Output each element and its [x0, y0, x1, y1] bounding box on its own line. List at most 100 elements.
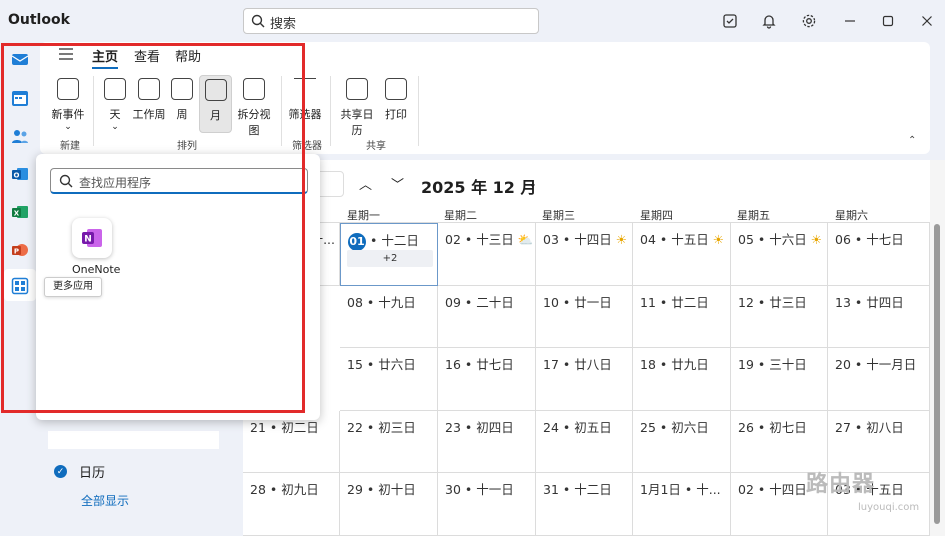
calendar-list-item[interactable]: ✓ 日历	[54, 462, 105, 481]
share-calendar-button[interactable]: 共享日历	[336, 78, 378, 138]
print-icon	[385, 78, 407, 100]
calendar-date-text: 04 • 十五日	[640, 232, 709, 247]
calendar-cell[interactable]: 16 • 廿七日	[438, 348, 536, 411]
calendar-cell[interactable]: 08 • 十九日	[340, 285, 438, 348]
calendar-cell[interactable]: 10 • 廿一日	[536, 285, 633, 348]
app-search-placeholder: 查找应用程序	[79, 176, 152, 190]
prev-month-icon[interactable]: ︿	[359, 174, 372, 193]
month-header: ︿ ﹀ 2025 年 12 月 ⌄	[243, 160, 930, 202]
calendar-cell[interactable]: 04 • 十五日 ☀	[633, 223, 731, 286]
side-panel: ✓ 日历 全部显示	[40, 420, 236, 536]
new-event-button[interactable]: 新事件 ⌄	[50, 78, 86, 132]
calendar-scrollbar[interactable]	[930, 160, 945, 536]
calendar-date-text: 12 • 廿三日	[738, 294, 807, 310]
today-date-text: • 十二日	[366, 233, 419, 248]
ribbon-separator	[281, 76, 282, 146]
ribbon-separator	[330, 76, 331, 146]
partly-cloudy-icon: ⛅	[517, 232, 534, 247]
search-icon	[251, 14, 265, 28]
dayname-fri: 星期五	[737, 209, 770, 222]
calendar-cell[interactable]: 18 • 廿九日	[633, 348, 731, 411]
svg-text:X: X	[14, 210, 20, 218]
excel-icon[interactable]: X	[11, 203, 29, 221]
calendar-cell[interactable]: 17 • 廿八日	[536, 348, 633, 411]
close-icon[interactable]	[918, 12, 936, 30]
app-search-input[interactable]: 查找应用程序	[50, 168, 308, 194]
calendar-cell[interactable]: 02 • 十三日 ⛅	[438, 223, 536, 286]
calendar-cell[interactable]: 29 • 初十日	[340, 473, 438, 536]
bell-icon[interactable]	[760, 12, 778, 30]
day-view-button[interactable]: 天 ⌄	[102, 78, 128, 132]
filter-button[interactable]: 筛选器	[287, 78, 323, 122]
calendar-cell[interactable]: 30 • 十一日	[438, 473, 536, 536]
calendar-date-text: 25 • 初六日	[640, 419, 709, 435]
calendar-cell[interactable]: 27 • 初八日	[828, 410, 930, 473]
tab-view[interactable]: 查看	[134, 46, 160, 65]
calendar-cell[interactable]: 05 • 十六日 ☀	[731, 223, 828, 286]
watermark-text: 路由器	[806, 472, 876, 497]
chevron-down-icon[interactable]: ⌄	[528, 177, 537, 190]
calendar-cell-sunday[interactable]: 28 • 初九日	[243, 473, 340, 536]
next-month-icon[interactable]: ﹀	[391, 174, 404, 193]
more-apps-tooltip: 更多应用	[44, 277, 102, 297]
calendar-cell[interactable]: 31 • 十二日	[536, 473, 633, 536]
group-share-label: 共享	[366, 141, 386, 152]
powerpoint-icon[interactable]: P	[11, 241, 29, 259]
calendar-cell[interactable]: 25 • 初六日	[633, 410, 731, 473]
tab-help[interactable]: 帮助	[175, 46, 201, 65]
month-button[interactable]: 月	[199, 75, 232, 133]
calendar-cell[interactable]: 01 • 十二日 +2	[340, 223, 438, 286]
onenote-app-tile[interactable]: N	[72, 218, 112, 258]
calendar-cell[interactable]: 20 • 十一月日	[828, 348, 930, 411]
more-events-button[interactable]: +2	[347, 250, 433, 267]
calendar-date-text: 02 • 十四日	[738, 482, 807, 497]
app-rail: O X P	[0, 42, 40, 536]
show-all-link[interactable]: 全部显示	[81, 492, 129, 509]
calendar-date-text: 16 • 廿七日	[445, 357, 514, 372]
dayname-mon: 星期一	[347, 209, 380, 222]
calendar-cell[interactable]: 23 • 初四日	[438, 410, 536, 473]
sun-icon: ☀	[810, 232, 822, 247]
gear-icon[interactable]	[800, 12, 818, 30]
more-apps-icon[interactable]	[11, 277, 29, 295]
calendar-cell[interactable]: 22 • 初三日	[340, 410, 438, 473]
calendar-date-text: 06 • 十七日	[835, 232, 904, 247]
calendar-cell[interactable]: 19 • 三十日	[731, 348, 828, 411]
calendar-cell[interactable]: 12 • 廿三日	[731, 285, 828, 348]
calendar-date-text: 29 • 初十日	[347, 482, 416, 497]
split-view-icon	[243, 78, 265, 100]
task-check-icon[interactable]	[721, 12, 739, 30]
calendar-cell[interactable]: 06 • 十七日	[828, 223, 930, 286]
minimize-icon[interactable]	[841, 12, 859, 30]
maximize-icon[interactable]	[879, 12, 897, 30]
tab-home[interactable]: 主页	[92, 46, 119, 69]
calendar-date-text: 19 • 三十日	[738, 357, 807, 372]
filter-icon	[294, 78, 316, 100]
calendar-cell[interactable]: 11 • 廿二日	[633, 285, 731, 348]
calendar-icon[interactable]	[11, 89, 29, 107]
calendar-cell[interactable]: 1月1日 • 十...	[633, 473, 731, 536]
calendar-cell[interactable]: 15 • 廿六日	[340, 348, 438, 411]
people-icon[interactable]	[11, 127, 29, 145]
print-button[interactable]: 打印	[382, 78, 410, 122]
week-button[interactable]: 周	[169, 78, 195, 122]
calendar-cell[interactable]: 09 • 二十日	[438, 285, 536, 348]
month-label[interactable]: 2025 年 12 月	[421, 174, 537, 198]
calendar-cell[interactable]: 13 • 廿四日	[828, 285, 930, 348]
outlook-icon[interactable]: O	[11, 165, 29, 183]
collapse-ribbon-icon[interactable]: ⌃	[908, 135, 916, 146]
calendar-cell[interactable]: 24 • 初五日	[536, 410, 633, 473]
calendar-cell[interactable]: 03 • 十四日 ☀	[536, 223, 633, 286]
sun-icon: ☀	[615, 232, 627, 247]
onenote-label: OneNote	[72, 263, 121, 276]
calendar-date-text: 30 • 十一日	[445, 482, 514, 497]
calendar-cell[interactable]: 26 • 初七日	[731, 410, 828, 473]
work-week-icon	[138, 78, 160, 100]
hamburger-menu-icon[interactable]	[59, 48, 73, 60]
today-date-badge: 01	[348, 233, 366, 251]
work-week-button[interactable]: 工作周	[132, 78, 166, 122]
scroll-thumb[interactable]	[934, 224, 940, 524]
mail-icon[interactable]	[11, 50, 29, 68]
search-box[interactable]: 搜索	[243, 8, 539, 34]
split-view-button[interactable]: 拆分视图	[234, 78, 274, 138]
